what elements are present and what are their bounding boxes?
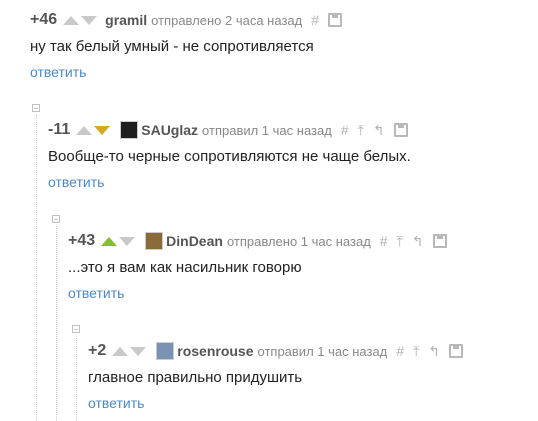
comment-rating: +46 xyxy=(30,11,58,28)
up-thread-icon[interactable]: ⤒ xyxy=(358,122,364,139)
comment-header: +43 DinDean отправлено 1 час назад # ⤒ ↰ xyxy=(68,230,447,252)
save-icon[interactable] xyxy=(432,234,447,248)
username[interactable]: DinDean xyxy=(166,233,223,249)
reply-link[interactable]: ответить xyxy=(30,64,86,80)
comment-header: -11 SAUglaz отправил 1 час назад # ⤒ ↰ xyxy=(48,119,411,141)
comment-time: отправил 1 час назад xyxy=(257,343,388,359)
collapse-thread-icon[interactable] xyxy=(72,325,80,333)
comment-header: +2 rosenrouse отправил 1 час назад # ⤒ ↰ xyxy=(88,340,463,362)
comment-link-icon[interactable]: # xyxy=(311,12,319,28)
downvote-arrow-icon[interactable] xyxy=(130,346,147,356)
comment-link-icon[interactable]: # xyxy=(396,343,404,359)
comment-text: ...это я вам как насильник говорю xyxy=(68,259,302,276)
username[interactable]: SAUglaz xyxy=(141,122,198,138)
comment-time: отправлено 1 час назад xyxy=(226,233,371,249)
comment-time: отправил 1 час назад xyxy=(202,122,332,138)
up-thread-icon[interactable]: ⤒ xyxy=(397,233,403,250)
parent-comment-icon[interactable]: ↰ xyxy=(412,233,424,250)
username[interactable]: rosenrouse xyxy=(177,343,253,359)
comment-text: главное правильно придушить xyxy=(88,369,303,386)
thread-line xyxy=(36,115,37,421)
avatar[interactable] xyxy=(120,121,139,139)
downvote-arrow-icon[interactable] xyxy=(81,15,98,25)
comment-text: Вообще-то черные сопротивляются не чаще … xyxy=(48,148,411,165)
comment-link-icon[interactable]: # xyxy=(380,233,388,249)
username[interactable]: gramil xyxy=(105,12,147,28)
collapse-thread-icon[interactable] xyxy=(32,104,40,112)
save-icon[interactable] xyxy=(393,123,408,137)
thread-line xyxy=(76,336,77,421)
parent-comment-icon[interactable]: ↰ xyxy=(373,122,385,139)
comment-rating: +43 xyxy=(68,232,96,249)
save-icon[interactable] xyxy=(328,13,343,27)
upvote-arrow-icon[interactable] xyxy=(112,346,129,356)
upvote-arrow-icon[interactable] xyxy=(101,236,118,246)
thread-line xyxy=(56,226,57,421)
comment-1: +46 gramil отправлено 2 часа назад # ну … xyxy=(30,9,343,82)
upvote-arrow-icon[interactable] xyxy=(76,125,93,135)
reply-link[interactable]: ответить xyxy=(48,174,104,190)
upvote-arrow-icon[interactable] xyxy=(63,15,80,25)
parent-comment-icon[interactable]: ↰ xyxy=(428,343,440,360)
comment-2: -11 SAUglaz отправил 1 час назад # ⤒ ↰ В… xyxy=(48,119,411,192)
reply-link[interactable]: ответить xyxy=(88,395,144,411)
avatar[interactable] xyxy=(156,342,175,360)
collapse-thread-icon[interactable] xyxy=(52,215,60,223)
up-thread-icon[interactable]: ⤒ xyxy=(413,343,419,360)
comment-link-icon[interactable]: # xyxy=(341,122,349,138)
comment-4: +2 rosenrouse отправил 1 час назад # ⤒ ↰… xyxy=(88,340,463,413)
comment-rating: +2 xyxy=(88,342,107,359)
avatar[interactable] xyxy=(145,232,164,250)
comment-time: отправлено 2 часа назад xyxy=(151,12,303,28)
comment-3: +43 DinDean отправлено 1 час назад # ⤒ ↰… xyxy=(68,230,447,303)
downvote-arrow-icon[interactable] xyxy=(94,125,111,135)
comment-rating: -11 xyxy=(48,121,71,138)
comment-header: +46 gramil отправлено 2 часа назад # xyxy=(30,9,343,31)
comment-text: ну так белый умный - не сопротивляется xyxy=(30,38,314,55)
reply-link[interactable]: ответить xyxy=(68,285,124,301)
downvote-arrow-icon[interactable] xyxy=(119,236,136,246)
save-icon[interactable] xyxy=(449,344,463,358)
